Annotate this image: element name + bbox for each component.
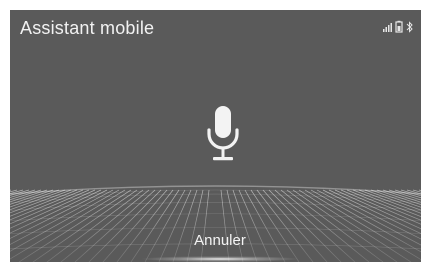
- bluetooth-icon: [406, 21, 413, 33]
- signal-strength-icon: [383, 23, 392, 32]
- status-bar: [381, 20, 421, 34]
- mobile-assistant-screen: Assistant mobile Annuler: [10, 10, 421, 262]
- microphone-icon[interactable]: [204, 106, 242, 164]
- screen-title: Assistant mobile: [20, 18, 155, 38]
- battery-icon: [395, 20, 403, 33]
- cancel-button-highlight: [140, 256, 300, 262]
